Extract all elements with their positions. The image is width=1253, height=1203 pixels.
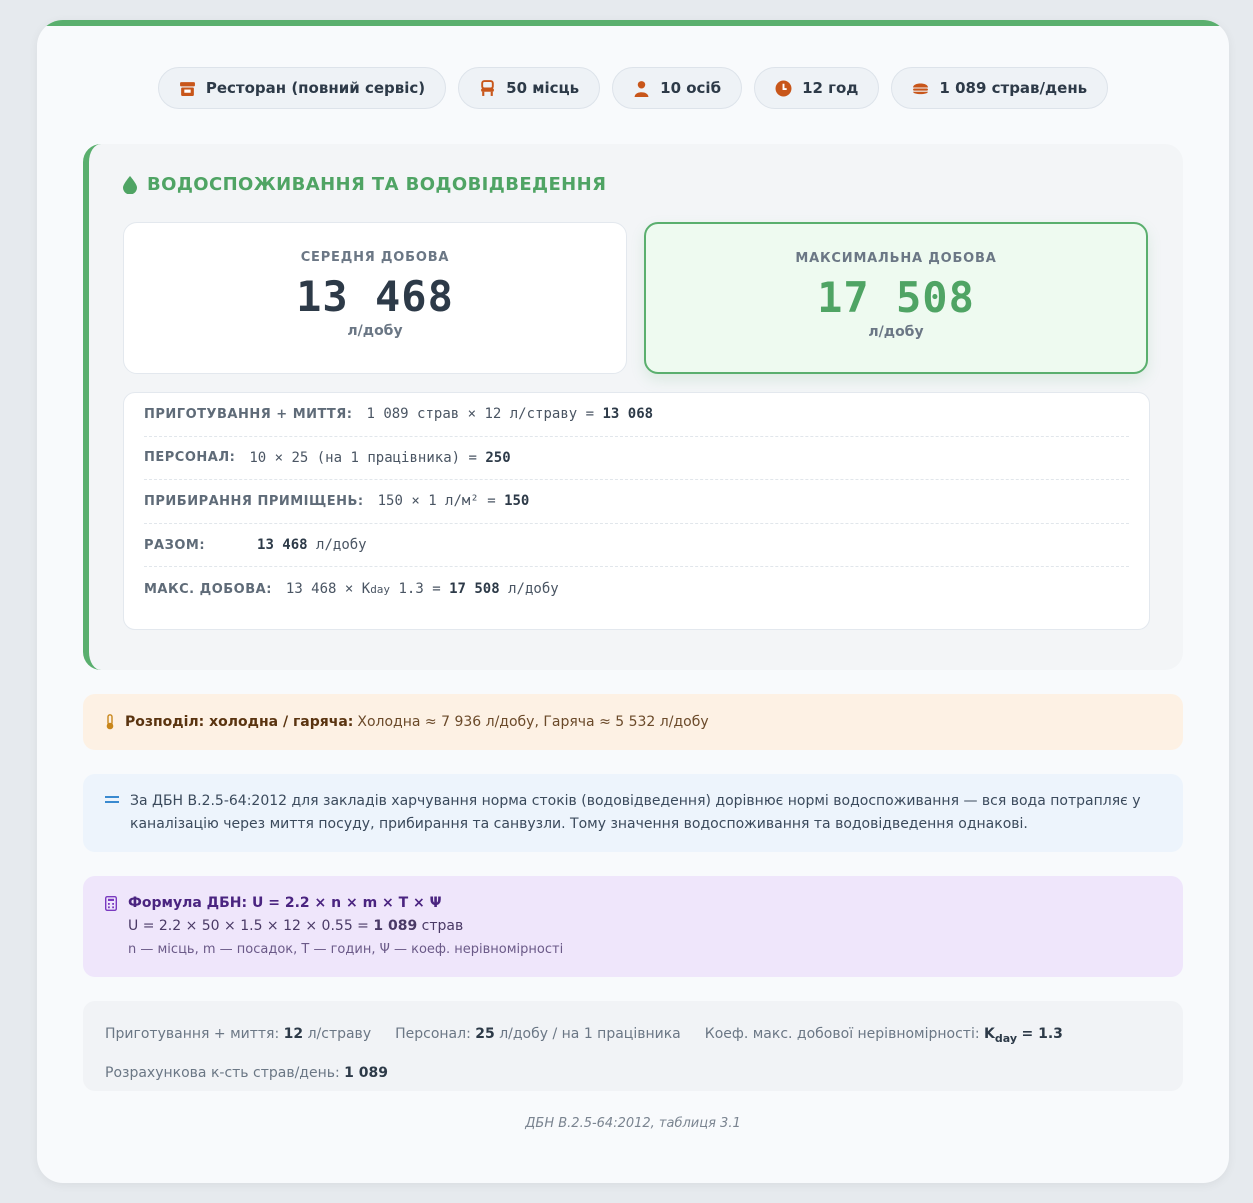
stat-label: СЕРЕДНЯ ДОБОВА [300, 250, 450, 265]
param-coef-sub: day [994, 1031, 1018, 1045]
stat-unit: л/добу [347, 323, 403, 339]
row-result: 13 468 [257, 537, 308, 554]
info-text: За ДБН В.2.5-64:2012 для закладів харчув… [130, 793, 1141, 832]
pill-label: Ресторан (повний сервіс) [205, 79, 426, 97]
distribution-label: Розподіл: холодна / гаряча: [125, 714, 354, 730]
row-label: РАЗОМ: [144, 537, 206, 553]
param-staff-label: Персонал: [395, 1026, 471, 1042]
stat-value: 13 468 [296, 272, 454, 321]
row-subscript: day [370, 582, 391, 596]
formula-result: 1 089 [373, 918, 418, 934]
param-cooking-unit: л/страву [307, 1026, 372, 1042]
row-unit: л/добу [508, 581, 559, 598]
distribution-note: Розподіл: холодна / гаряча: Холодна ≈ 7 … [83, 694, 1183, 750]
param-coef-label: Коеф. макс. добової нерівномірності: [704, 1026, 980, 1042]
pill-seats: 50 місць [458, 67, 601, 109]
row-result: 13 068 [602, 406, 654, 423]
row-expression-tail: 1.3 = [398, 581, 441, 598]
row-label: ПЕРСОНАЛ: [144, 450, 236, 466]
water-drop-icon [123, 175, 137, 194]
section-title: ВОДОСПОЖИВАННЯ ТА ВОДОВІДВЕДЕННЯ [123, 174, 606, 195]
formula-legend: n — місць, m — посадок, T — годин, Ψ — к… [128, 942, 564, 957]
distribution-text: Холодна ≈ 7 936 л/добу, Гаряча ≈ 5 532 л… [357, 714, 709, 730]
pill-label: 12 год [802, 79, 859, 97]
main-card: Ресторан (повний сервіс) 50 місць 10 осі… [37, 20, 1229, 1183]
info-note: За ДБН В.2.5-64:2012 для закладів харчув… [83, 774, 1183, 852]
row-expression: 1 089 страв × 12 л/страву = [366, 406, 595, 423]
row-label: ПРИБИРАННЯ ПРИМІЩЕНЬ: [144, 493, 364, 509]
row-expression: 150 × 1 л/м² = [377, 493, 496, 510]
parameters-note: Приготування + миття: 12 л/страву Персона… [83, 1001, 1183, 1091]
stat-unit: л/добу [868, 324, 924, 340]
stat-value: 17 508 [817, 273, 975, 322]
row-result: 150 [504, 493, 530, 510]
param-dishes-value: 1 089 [344, 1064, 389, 1081]
param-dishes-label: Розрахункова к-сть страв/день: [105, 1064, 340, 1081]
equals-icon [105, 796, 119, 803]
pill-establishment: Ресторан (повний сервіс) [157, 67, 447, 109]
summary-pills: Ресторан (повний сервіс) 50 місць 10 осі… [37, 67, 1229, 109]
clock-icon [775, 80, 792, 96]
thermometer-icon [106, 714, 114, 730]
row-result: 17 508 [449, 581, 500, 598]
param-coef-value: = 1.3 [1021, 1026, 1063, 1042]
stat-label: МАКСИМАЛЬНА ДОБОВА [795, 251, 997, 266]
source-reference: ДБН В.2.5-64:2012, таблиця 3.1 [525, 1116, 741, 1131]
param-staff-unit: л/добу / на 1 працівника [499, 1026, 681, 1042]
row-label: ПРИГОТУВАННЯ + МИТТЯ: [144, 406, 353, 422]
param-cooking-value: 12 [283, 1026, 304, 1042]
chair-icon [481, 79, 495, 96]
formula-title: Формула ДБН: U = 2.2 × n × m × T × Ψ [128, 895, 442, 911]
row-result: 250 [485, 449, 511, 466]
section-title-text: ВОДОСПОЖИВАННЯ ТА ВОДОВІДВЕДЕННЯ [147, 174, 607, 195]
burger-icon [913, 82, 929, 94]
person-icon [634, 80, 649, 97]
calc-row-max: МАКС. ДОБОВА: 13 468 × Kday 1.3 = 17 508… [144, 567, 1129, 611]
params-line-2: Розрахункова к-сть страв/день: 1 089 [105, 1056, 1161, 1090]
formula-expression: U = 2.2 × 50 × 1.5 × 12 × 0.55 = [128, 918, 369, 934]
pill-label: 10 осіб [660, 79, 722, 97]
calc-row-cleaning: ПРИБИРАННЯ ПРИМІЩЕНЬ: 150 × 1 л/м² = 150 [144, 480, 1129, 524]
calc-row-cooking: ПРИГОТУВАННЯ + МИТТЯ: 1 089 страв × 12 л… [144, 393, 1129, 437]
formula-note: Формула ДБН: U = 2.2 × n × m × T × Ψ U =… [83, 876, 1183, 977]
calculation-breakdown: ПРИГОТУВАННЯ + МИТТЯ: 1 089 страв × 12 л… [123, 392, 1150, 630]
pill-label: 50 місць [506, 79, 580, 97]
param-cooking-label: Приготування + миття: [105, 1026, 280, 1042]
water-section: ВОДОСПОЖИВАННЯ ТА ВОДОВІДВЕДЕННЯ СЕРЕДНЯ… [83, 144, 1183, 670]
calc-row-staff: ПЕРСОНАЛ: 10 × 25 (на 1 працівника) = 25… [144, 437, 1129, 481]
storefront-icon [179, 81, 195, 96]
formula-computation: U = 2.2 × 50 × 1.5 × 12 × 0.55 = 1 089 с… [128, 915, 1163, 938]
params-line-1: Приготування + миття: 12 л/страву Персона… [105, 1017, 1161, 1056]
row-expression: 10 × 25 (на 1 працівника) = [249, 449, 477, 466]
param-coef-k: K [984, 1026, 995, 1042]
average-daily-card: СЕРЕДНЯ ДОБОВА 13 468 л/добу [123, 222, 627, 374]
row-unit: л/добу [316, 537, 367, 554]
pill-dishes: 1 089 страв/день [891, 67, 1109, 109]
calc-row-total: РАЗОМ: 13 468 л/добу [144, 524, 1129, 568]
pill-staff: 10 осіб [612, 67, 743, 109]
row-expression: 13 468 × K [285, 581, 371, 598]
formula-unit: страв [421, 918, 464, 934]
pill-hours: 12 год [754, 67, 880, 109]
calculator-icon [105, 896, 117, 911]
param-staff-value: 25 [475, 1026, 495, 1042]
max-daily-card: МАКСИМАЛЬНА ДОБОВА 17 508 л/добу [644, 222, 1148, 374]
pill-label: 1 089 страв/день [939, 79, 1088, 97]
row-label: МАКС. ДОБОВА: [144, 581, 272, 597]
